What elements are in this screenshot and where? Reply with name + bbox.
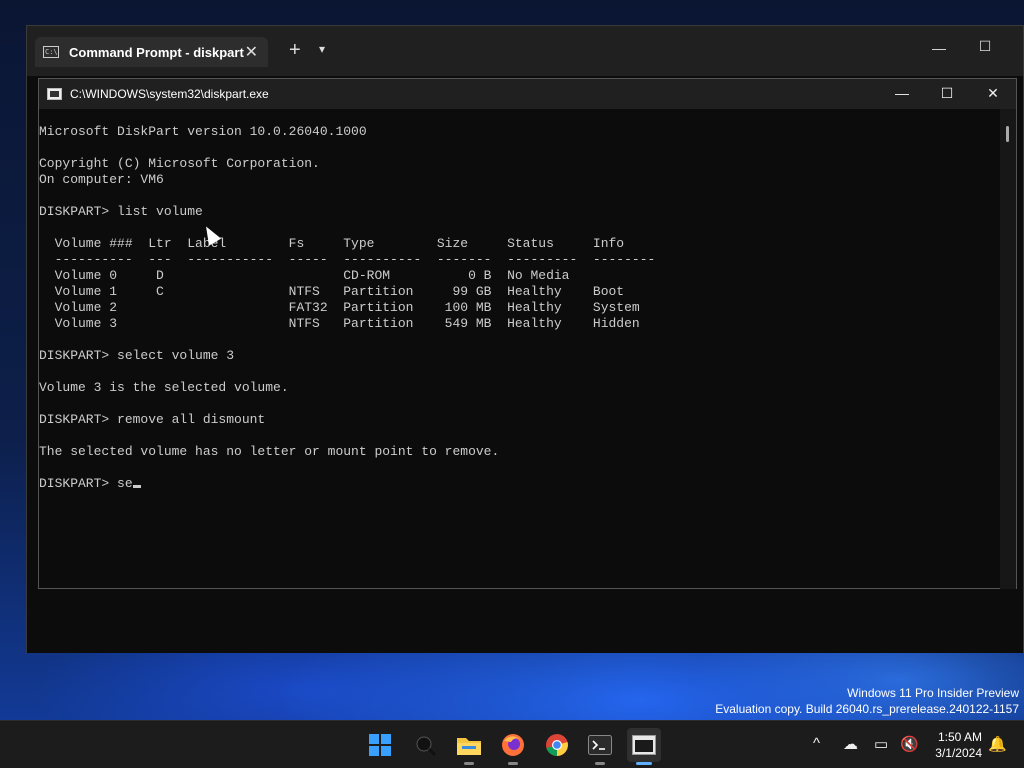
folder-icon [457, 738, 481, 755]
active-indicator [636, 762, 652, 765]
new-tab-button[interactable]: + [289, 40, 301, 60]
console-window-icon [632, 735, 656, 755]
console-icon [47, 88, 62, 100]
diskpart-maximize-button[interactable]: ☐ [927, 85, 967, 102]
clock-date: 3/1/2024 [935, 746, 982, 760]
vertical-scrollbar[interactable] [1000, 109, 1016, 589]
diskpart-window-title: C:\WINDOWS\system32\diskpart.exe [70, 87, 269, 101]
console-line: Volume ### Ltr Label Fs Type Size Status… [39, 236, 625, 251]
clock-time: 1:50 AM [937, 730, 982, 744]
text-cursor [132, 485, 141, 488]
running-indicator [595, 762, 605, 765]
console-line: Volume 1 C NTFS Partition 99 GB Healthy … [39, 284, 625, 299]
terminal-titlebar[interactable]: C:\ Command Prompt - diskpart ✕ + ▾ — ☐ [27, 26, 1023, 76]
console-line: DISKPART> list volume [39, 204, 203, 219]
close-tab-icon[interactable]: ✕ [245, 42, 258, 62]
tab-command-prompt[interactable]: C:\ Command Prompt - diskpart ✕ [35, 37, 268, 67]
cmd-icon: C:\ [43, 46, 59, 58]
clock[interactable]: 1:50 AM 3/1/2024 [935, 729, 982, 761]
diskpart-window: C:\WINDOWS\system32\diskpart.exe — ☐ ✕ M… [38, 78, 1017, 589]
console-line: DISKPART> select volume 3 [39, 348, 235, 363]
terminal-icon [588, 735, 612, 755]
console-line: Copyright (C) Microsoft Corporation. [39, 156, 320, 171]
console-line: The selected volume has no letter or mou… [39, 444, 500, 459]
search-button[interactable] [408, 728, 442, 762]
chrome-icon [546, 734, 568, 756]
scrollbar-thumb[interactable] [1006, 126, 1009, 142]
console-line: DISKPART> se [39, 476, 1000, 492]
chevron-up-icon[interactable]: ^ [813, 735, 820, 752]
windows-logo-icon [369, 734, 391, 756]
file-explorer-button[interactable] [452, 728, 486, 765]
console-line: Volume 2 FAT32 Partition 100 MB Healthy … [39, 300, 640, 315]
volume-muted-icon[interactable]: 🔇 [900, 735, 919, 753]
search-icon [416, 736, 436, 756]
chrome-button[interactable] [540, 728, 574, 762]
taskbar: ^ ☁ ▭ 🔇 1:50 AM 3/1/2024 🔔 [0, 720, 1024, 768]
diskpart-close-button[interactable]: ✕ [973, 85, 1013, 102]
console-line: DISKPART> remove all dismount [39, 412, 266, 427]
running-indicator [464, 762, 474, 765]
terminal-minimize-button[interactable]: — [916, 40, 962, 56]
console-output[interactable]: Microsoft DiskPart version 10.0.26040.10… [39, 109, 1000, 589]
console-line: ---------- --- ----------- ----- -------… [39, 252, 656, 267]
running-indicator [508, 762, 518, 765]
console-line: On computer: VM6 [39, 172, 164, 187]
chevron-down-icon[interactable]: ▾ [319, 42, 325, 56]
network-icon[interactable]: ▭ [874, 735, 888, 753]
windows-watermark: Windows 11 Pro Insider Preview Evaluatio… [715, 685, 1019, 717]
watermark-line-2: Evaluation copy. Build 26040.rs_prerelea… [715, 702, 1019, 716]
terminal-maximize-button[interactable]: ☐ [962, 38, 1008, 55]
console-line: Microsoft DiskPart version 10.0.26040.10… [39, 124, 367, 139]
console-taskbar-button[interactable] [627, 728, 661, 765]
console-line: Volume 3 NTFS Partition 549 MB Healthy H… [39, 316, 640, 331]
firefox-icon [502, 734, 524, 756]
cloud-off-icon[interactable]: ☁ [843, 735, 858, 753]
start-button[interactable] [363, 728, 397, 762]
tab-title: Command Prompt - diskpart [69, 44, 244, 60]
diskpart-titlebar[interactable]: C:\WINDOWS\system32\diskpart.exe — ☐ ✕ [39, 79, 1016, 109]
watermark-line-1: Windows 11 Pro Insider Preview [847, 686, 1019, 700]
notification-bell-icon[interactable]: 🔔 [988, 735, 1007, 753]
console-line: Volume 3 is the selected volume. [39, 380, 289, 395]
console-line: Volume 0 D CD-ROM 0 B No Media [39, 268, 570, 283]
firefox-button[interactable] [496, 728, 530, 765]
terminal-taskbar-button[interactable] [583, 728, 617, 765]
diskpart-minimize-button[interactable]: — [882, 85, 922, 101]
